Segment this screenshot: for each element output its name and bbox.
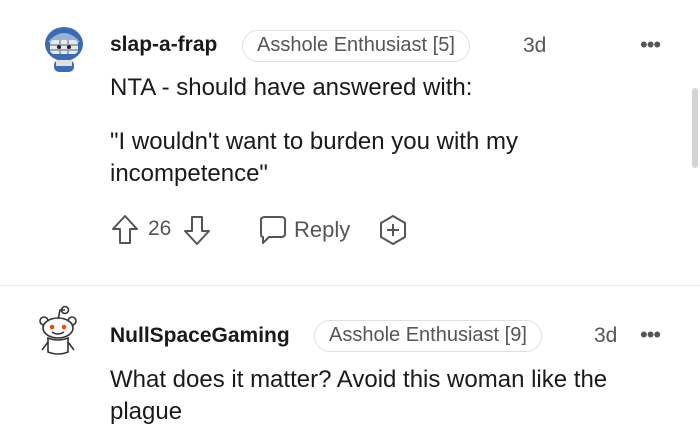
- comment-age[interactable]: 3d: [523, 34, 546, 58]
- comment-paragraph: NTA - should have answered with:: [110, 74, 473, 101]
- username[interactable]: slap-a-frap: [110, 33, 217, 57]
- user-flair: Asshole Enthusiast [5]: [242, 30, 470, 62]
- comment-body: What does it matter? Avoid this woman li…: [110, 364, 650, 428]
- award-button[interactable]: [376, 212, 410, 248]
- upvote-arrow-icon: [112, 215, 138, 244]
- downvote-button[interactable]: [182, 212, 212, 248]
- scrollbar[interactable]: [692, 88, 698, 168]
- more-options-icon[interactable]: •••: [640, 32, 661, 58]
- downvote-arrow-icon: [184, 216, 210, 245]
- snoo-icon: [39, 305, 77, 355]
- username[interactable]: NullSpaceGaming: [110, 324, 290, 348]
- user-flair: Asshole Enthusiast [9]: [314, 320, 542, 352]
- comment-age[interactable]: 3d: [594, 324, 617, 348]
- comment-body: NTA - should have answered with: "I woul…: [110, 72, 670, 190]
- upvote-button[interactable]: [110, 212, 140, 248]
- comment-bubble-icon: [260, 216, 286, 244]
- snoo-helmet-icon: [45, 27, 83, 72]
- vote-count: 26: [148, 217, 172, 240]
- user-avatar-2[interactable]: [30, 304, 86, 360]
- more-options-icon[interactable]: •••: [640, 322, 661, 348]
- user-avatar-1[interactable]: [36, 18, 92, 74]
- award-plus-icon: [380, 215, 406, 245]
- comment-paragraph: "I wouldn't want to burden you with my i…: [110, 128, 518, 187]
- comment-1: slap-a-frap Asshole Enthusiast [5] 3d ••…: [0, 0, 700, 285]
- comment-paragraph: What does it matter? Avoid this woman li…: [110, 366, 608, 425]
- reply-label: Reply: [294, 217, 351, 242]
- comment-2: NullSpaceGaming Asshole Enthusiast [9] 3…: [0, 286, 700, 441]
- reply-button[interactable]: Reply: [256, 212, 366, 248]
